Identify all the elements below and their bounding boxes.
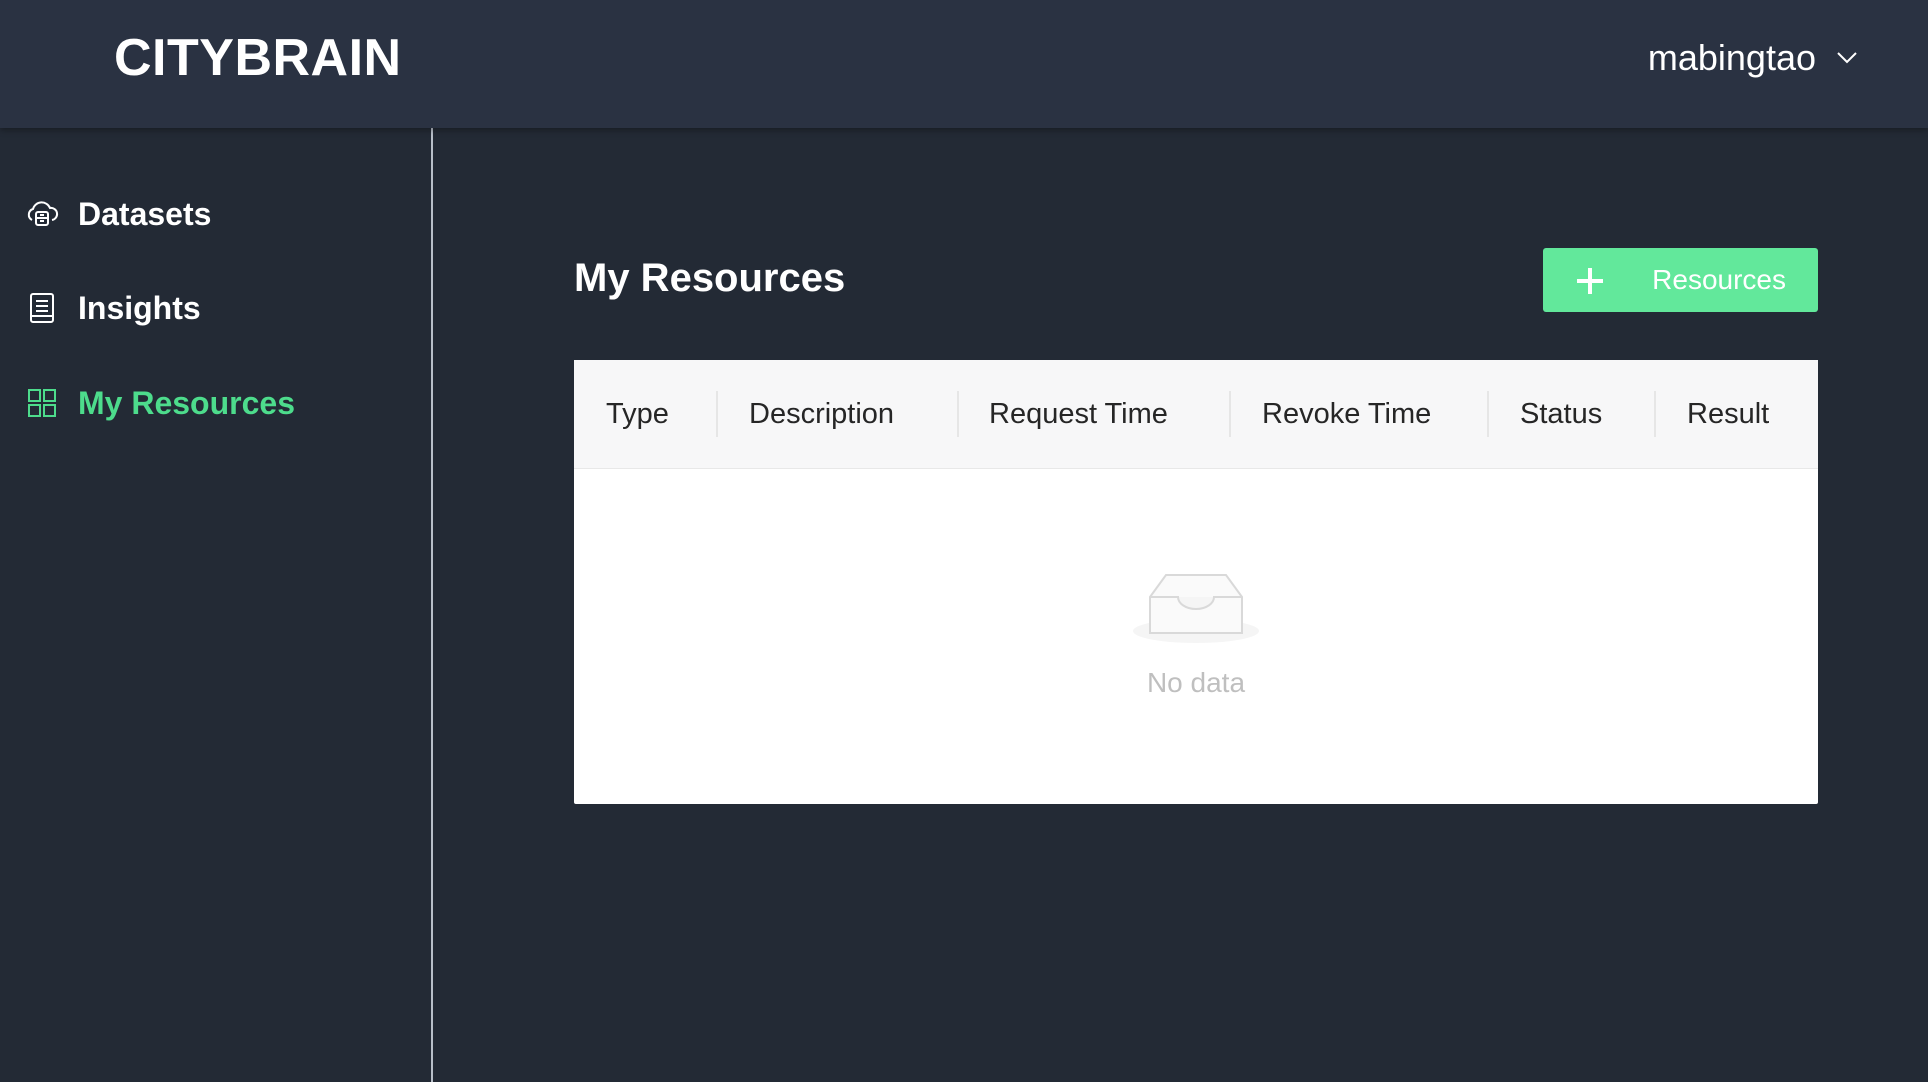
sidebar: Datasets Insights My Resources [0, 128, 433, 1082]
user-name[interactable]: mabingtao [1648, 34, 1816, 82]
add-resources-label: Resources [1652, 264, 1786, 295]
column-header-status: Status [1520, 398, 1603, 430]
cloud-database-icon [24, 196, 60, 232]
column-divider [1654, 391, 1656, 437]
sidebar-item-label: Insights [78, 290, 201, 326]
sidebar-item-label: Datasets [78, 196, 212, 232]
app-logo[interactable]: CITYBRAIN [114, 30, 402, 86]
plus-icon [1577, 268, 1603, 294]
column-divider [957, 391, 959, 437]
chevron-down-icon[interactable] [1836, 47, 1858, 69]
table-header: Type Description Request Time Revoke Tim… [574, 360, 1818, 469]
grid-apps-icon [24, 385, 60, 421]
report-document-icon [24, 290, 60, 326]
sidebar-item-datasets[interactable]: Datasets [24, 186, 211, 242]
column-divider [1487, 391, 1489, 437]
top-header: CITYBRAIN mabingtao [0, 0, 1928, 128]
user-menu[interactable]: mabingtao [1648, 34, 1858, 82]
empty-inbox-icon [1133, 574, 1259, 643]
column-divider [716, 391, 718, 437]
page-title: My Resources [574, 256, 846, 300]
column-header-type: Type [606, 398, 669, 430]
sidebar-item-insights[interactable]: Insights [24, 280, 201, 336]
column-header-revoke-time: Revoke Time [1262, 398, 1432, 430]
resources-table: Type Description Request Time Revoke Tim… [574, 360, 1818, 804]
column-header-description: Description [749, 398, 895, 430]
sidebar-item-my-resources[interactable]: My Resources [24, 375, 295, 431]
column-divider [1229, 391, 1231, 437]
empty-text: No data [1146, 667, 1246, 698]
column-header-request-time: Request Time [989, 398, 1168, 430]
main-content: My Resources Resources Type Description … [435, 128, 1928, 1082]
sidebar-item-label: My Resources [78, 385, 295, 421]
add-resources-button[interactable]: Resources [1543, 248, 1818, 312]
column-header-result: Result [1687, 398, 1770, 430]
empty-state: No data [574, 469, 1818, 804]
